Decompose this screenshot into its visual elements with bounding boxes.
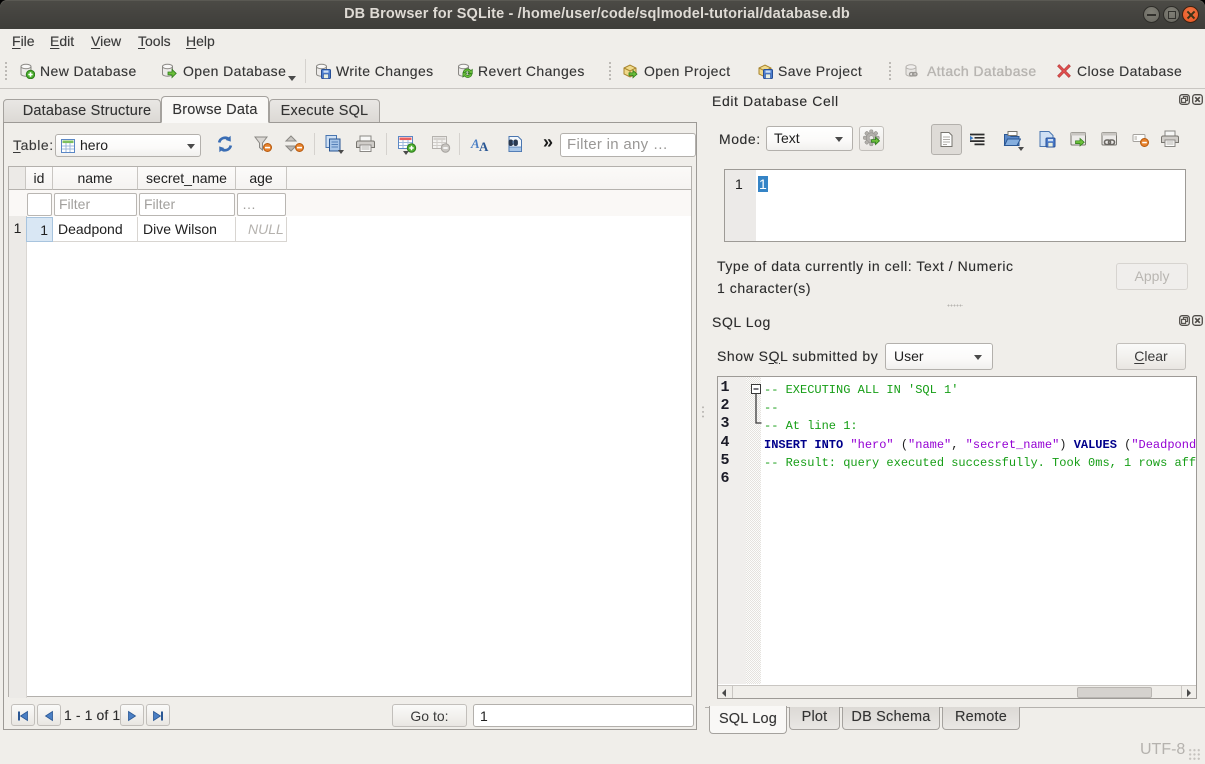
svg-text:A: A [479, 139, 489, 153]
